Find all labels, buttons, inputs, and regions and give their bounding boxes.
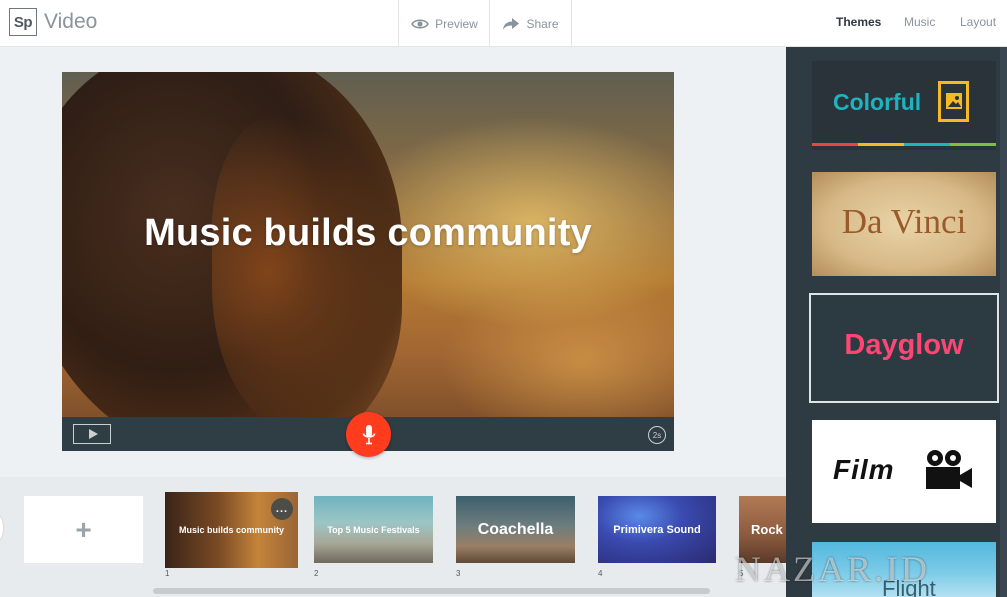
slide-number: 4 xyxy=(598,569,603,578)
image-frame-icon xyxy=(938,81,969,122)
share-button[interactable]: Share xyxy=(489,0,572,47)
film-camera-icon xyxy=(926,450,972,489)
slide-thumbnail-title: Music builds community xyxy=(178,525,284,535)
color-stripe xyxy=(812,143,996,146)
slide-thumbnail[interactable]: Top 5 Music Festivals xyxy=(314,496,433,563)
slide-number: 2 xyxy=(314,569,319,578)
slide-thumbnail-title: Coachella xyxy=(477,520,554,538)
add-slide-button[interactable]: + xyxy=(24,496,143,563)
theme-dayglow[interactable]: Dayglow xyxy=(809,293,999,403)
slide-thumbnail-title: Top 5 Music Festivals xyxy=(327,524,420,535)
app-title: Video xyxy=(44,10,98,33)
preview-button[interactable]: Preview xyxy=(398,0,490,47)
slide-thumbnail[interactable]: Primivera Sound xyxy=(598,496,716,563)
filmstrip-scrollbar[interactable] xyxy=(153,588,710,594)
slide-title[interactable]: Music builds community xyxy=(62,212,674,255)
tab-themes[interactable]: Themes xyxy=(836,15,881,29)
slide-duration[interactable]: 2s xyxy=(648,426,666,444)
spark-logo[interactable]: Sp xyxy=(9,8,37,36)
theme-film[interactable]: Film xyxy=(812,420,996,523)
watermark: NAZAR.ID xyxy=(735,549,930,589)
slide-thumbnail[interactable]: Music builds community ... xyxy=(165,492,298,568)
preview-label: Preview xyxy=(435,16,478,31)
more-options-icon[interactable]: ... xyxy=(271,498,293,520)
tab-music[interactable]: Music xyxy=(904,15,935,29)
microphone-icon xyxy=(362,424,375,444)
top-bar: Sp Video Preview Share Themes Music Layo… xyxy=(0,0,1007,47)
play-icon xyxy=(88,429,98,439)
theme-name: Dayglow xyxy=(844,329,964,361)
theme-da-vinci[interactable]: Da Vinci xyxy=(812,172,996,276)
eye-icon xyxy=(411,18,430,29)
theme-name: Colorful xyxy=(833,89,922,115)
theme-name: Da Vinci xyxy=(841,202,967,241)
slide-filmstrip: + Music builds community ... 1 Top 5 Mus… xyxy=(0,477,786,597)
slide-thumbnail-title: Primivera Sound xyxy=(613,523,701,536)
share-label: Share xyxy=(526,16,559,31)
record-voice-button[interactable] xyxy=(346,412,391,457)
slide-thumbnail[interactable]: Coachella xyxy=(456,496,575,563)
theme-name: Film xyxy=(833,454,895,485)
play-button[interactable] xyxy=(73,424,111,444)
slide-thumbnail-title: Rock xyxy=(751,522,783,537)
tab-layout[interactable]: Layout xyxy=(960,15,996,29)
filmstrip-handle[interactable] xyxy=(0,514,4,542)
share-arrow-icon xyxy=(503,17,520,30)
panel-scrollbar[interactable] xyxy=(1000,47,1007,597)
slide-number: 1 xyxy=(165,569,170,578)
themes-panel: Colorful Da Vinci Dayglow Film Flight xyxy=(786,47,1007,597)
slide-preview[interactable]: Music builds community 2s xyxy=(62,72,674,451)
theme-colorful[interactable]: Colorful xyxy=(812,61,996,150)
slide-number: 3 xyxy=(456,569,461,578)
